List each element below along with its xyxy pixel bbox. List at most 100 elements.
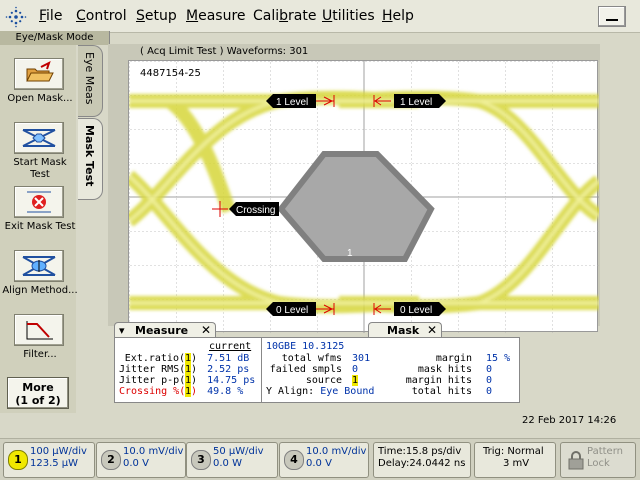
measure-value: 49.8 % [207, 386, 244, 397]
filter-icon [26, 321, 53, 340]
mask-label: margin [435, 353, 472, 364]
mask-row: margin hits 0 [392, 375, 492, 386]
channel-3-indicator: 3 [191, 450, 211, 470]
measure-label: Ext.ratio( [124, 353, 185, 364]
mask-value: 0 [486, 375, 493, 386]
timebase-button[interactable]: Time:15.8 ps/div Delay:24.0442 ns [373, 442, 471, 478]
more-button[interactable]: More (1 of 2) [7, 377, 69, 409]
exit-mask-test-label: Exit Mask Test [4, 221, 76, 232]
filter-label: Filter... [23, 349, 57, 360]
mask-row: mask hits 0 [392, 364, 492, 375]
scope-serial-label: 4487154-25 [140, 68, 201, 79]
measure-label-close: ) [191, 375, 198, 386]
measure-close-icon[interactable]: ✕ [201, 323, 211, 338]
mask-region-number: 1 [347, 248, 353, 259]
more-label: More [22, 381, 54, 394]
timebase-delay: Delay:24.0442 ns [378, 458, 466, 469]
eye-diagram-svg: 1 1 Level 1 Level Crossing 0 Level 0 Lev… [129, 61, 599, 333]
mask-row: total hits 0 [392, 386, 492, 397]
measure-label: Jitter p-p( [119, 375, 186, 386]
pattern-lock-label-2: Lock [587, 458, 610, 469]
measure-tab-label: Measure [135, 324, 189, 337]
measure-row[interactable]: Jitter RMS(1) 2.52 ps [119, 364, 249, 375]
channel-3-button[interactable]: 3 50 µW/div 0.0 W [186, 442, 278, 478]
menu-calibrate[interactable]: Calibrate [253, 8, 316, 24]
svg-text:0 Level: 0 Level [276, 305, 308, 316]
agilent-logo-icon [5, 6, 27, 28]
channel-4-offset: 0.0 V [306, 458, 332, 469]
chevron-down-icon[interactable]: ▾ [119, 323, 125, 338]
timebase-scale: Time:15.8 ps/div [378, 446, 462, 457]
pattern-lock-button[interactable]: Pattern Lock [560, 442, 636, 478]
measure-value: 2.52 ps [207, 364, 250, 375]
mask-row: source 1 [266, 375, 359, 386]
mask-value: 0 [352, 364, 359, 375]
pattern-lock-label-1: Pattern [587, 446, 623, 457]
tab-mask-test-label: Mask Test [83, 125, 96, 187]
mask-close-icon[interactable]: ✕ [427, 323, 437, 338]
minimize-button[interactable] [598, 6, 626, 27]
waveform-graticule[interactable]: 1 1 Level 1 Level Crossing 0 Level 0 Lev… [128, 60, 599, 333]
date-time: 22 Feb 2017 14:26 [522, 415, 617, 426]
mask-tab[interactable]: Mask ✕ [368, 322, 442, 338]
measure-row[interactable]: Jitter p-p(1) 14.75 ps [119, 375, 255, 386]
channel-1-scale: 100 µW/div [30, 446, 87, 457]
measure-tab[interactable]: ▾ Measure ✕ [114, 322, 216, 338]
tab-mask-test[interactable]: Mask Test [78, 118, 103, 200]
lock-icon [568, 451, 584, 470]
menu-file[interactable]: File [39, 8, 62, 24]
channel-3-offset: 0.0 W [213, 458, 242, 469]
open-mask-icon [26, 61, 54, 82]
measure-label: Crossing %( [119, 386, 186, 397]
menu-measure[interactable]: Measure [186, 8, 246, 24]
align-method-label: Align Method... [2, 285, 78, 296]
measure-label: Jitter RMS( [119, 364, 186, 375]
menu-utilities[interactable]: Utilities [322, 8, 375, 24]
measure-label-close: ) [191, 353, 198, 364]
trigger-mode: Trig: Normal [483, 446, 544, 457]
channel-1-button[interactable]: 1 100 µW/div 123.5 µW [3, 442, 95, 478]
align-method-button[interactable] [14, 250, 64, 282]
mask-label: margin hits [405, 375, 472, 386]
menu-bar: File Control Setup Measure Calibrate Uti… [0, 0, 640, 33]
channel-2-offset: 0.0 V [123, 458, 149, 469]
tab-eye-meas-label: Eye Meas [83, 52, 96, 105]
mask-value: Eye Bound [320, 386, 375, 397]
filter-button[interactable] [14, 314, 64, 346]
channel-2-button[interactable]: 2 10.0 mV/div 0.0 V [96, 442, 186, 478]
measure-value: 14.75 ps [207, 375, 256, 386]
open-mask-button[interactable] [14, 58, 64, 90]
mask-tab-label: Mask [387, 324, 420, 337]
start-mask-test-button[interactable] [14, 122, 64, 154]
channel-2-scale: 10.0 mV/div [123, 446, 184, 457]
mode-label: Eye/Mask Mode [0, 31, 110, 45]
exit-mask-test-button[interactable] [14, 186, 64, 218]
menu-control[interactable]: Control [76, 8, 127, 24]
mask-label: mask hits [417, 364, 472, 375]
svg-text:Crossing: Crossing [236, 205, 275, 216]
mask-value: 0 [486, 364, 493, 375]
start-mask-test-icon [22, 129, 56, 147]
measure-value: 7.51 dB [207, 353, 250, 364]
mask-label: Y Align: [266, 386, 315, 397]
menu-help[interactable]: Help [382, 8, 414, 24]
mask-label: source [305, 375, 342, 386]
trigger-level: 3 mV [503, 458, 530, 469]
tab-eye-meas[interactable]: Eye Meas [78, 45, 103, 117]
exit-mask-test-icon [27, 191, 51, 213]
channel-4-button[interactable]: 4 10.0 mV/div 0.0 V [279, 442, 369, 478]
menu-setup[interactable]: Setup [136, 8, 177, 24]
mask-value: 15 % [486, 353, 511, 364]
channel-1-indicator: 1 [8, 450, 28, 470]
svg-text:0 Level: 0 Level [400, 305, 432, 316]
measure-row[interactable]: Crossing %(1) 49.8 % [119, 386, 243, 397]
mask-value: 301 [352, 353, 371, 364]
measure-current-header: current [209, 341, 252, 352]
svg-text:1 Level: 1 Level [276, 97, 308, 108]
channel-3-scale: 50 µW/div [213, 446, 264, 457]
mask-label: total hits [411, 386, 472, 397]
mask-row: total wfms 301 [266, 353, 370, 364]
mask-title: 10GBE 10.3125 [266, 341, 345, 352]
measure-row[interactable]: Ext.ratio(1) 7.51 dB [119, 353, 249, 364]
trigger-button[interactable]: Trig: Normal 3 mV [474, 442, 556, 478]
